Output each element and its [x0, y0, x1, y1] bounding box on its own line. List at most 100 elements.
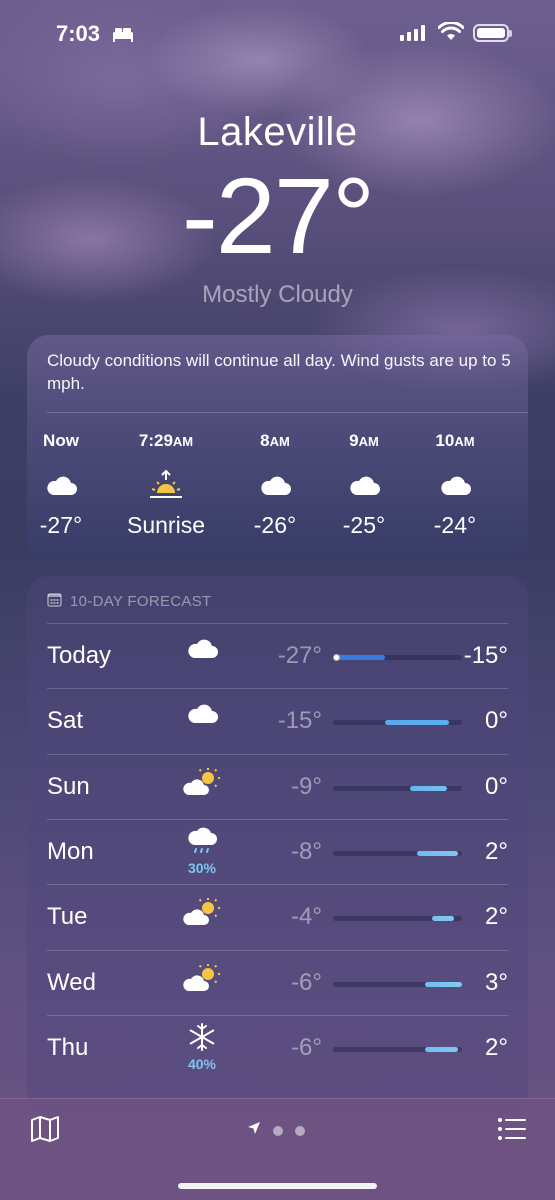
- forecast-row[interactable]: Tue -4° 2°: [47, 884, 508, 949]
- page-dot: [295, 1125, 305, 1136]
- hour-value: -24°: [433, 512, 477, 538]
- forecast-high: 2°: [485, 1033, 508, 1061]
- forecast-high: 0°: [485, 707, 508, 735]
- hour-time: 8: [260, 431, 270, 450]
- forecast-row[interactable]: Wed -6° 3°: [47, 949, 508, 1015]
- sunrise-icon: [126, 465, 206, 505]
- forecast-low: -6°: [291, 968, 322, 996]
- forecast-low: -8°: [291, 837, 322, 865]
- hour-time: 9: [349, 431, 359, 450]
- ten-day-forecast-card[interactable]: 10-DAY FORECAST Today -27° -15° Sat -15° 0° Su…: [27, 576, 528, 1116]
- home-indicator: [178, 1183, 377, 1189]
- temperature-range-bar: [333, 850, 462, 856]
- cellular-signal-icon: [400, 25, 425, 41]
- bottom-toolbar: [0, 1098, 555, 1200]
- forecast-low: -15°: [277, 707, 322, 735]
- status-time: 7:03: [56, 21, 101, 46]
- hour-label: 10AM: [415, 431, 495, 453]
- location-list-icon[interactable]: [497, 1117, 527, 1146]
- hour-value: -26°: [253, 512, 297, 538]
- temperature-range-fill: [432, 916, 455, 922]
- hour-suffix: AM: [454, 434, 475, 449]
- map-icon[interactable]: [30, 1115, 60, 1148]
- hour-value: -27°: [39, 512, 83, 538]
- forecast-day: Tue: [47, 903, 88, 931]
- temperature-range-fill: [384, 720, 450, 726]
- hour-value: -25°: [342, 512, 386, 538]
- temperature-range-bar: [333, 1046, 462, 1052]
- temperature-range-bar: [333, 981, 462, 987]
- cloud-icon: [177, 701, 227, 730]
- page-indicator[interactable]: [247, 1121, 305, 1140]
- temperature-range-bar: [333, 654, 462, 661]
- hour-suffix: AM: [269, 434, 290, 449]
- ten-day-forecast-header: 10-DAY FORECAST: [47, 592, 211, 611]
- forecast-day: Thu: [47, 1033, 89, 1061]
- hour-label: 8AM: [235, 431, 315, 453]
- forecast-row[interactable]: Sat -15° 0°: [47, 688, 508, 753]
- forecast-row[interactable]: Today -27° -15°: [47, 623, 508, 688]
- forecast-high: 2°: [485, 903, 508, 931]
- cloud-icon: [324, 465, 404, 505]
- cloud-icon: [235, 465, 315, 505]
- partly-sunny-icon: [177, 767, 227, 802]
- hour-suffix: AM: [172, 434, 194, 449]
- status-bar: 7:03: [0, 18, 555, 50]
- current-temperature: -27°: [181, 155, 375, 276]
- temperature-range-fill: [410, 785, 447, 791]
- forecast-low: -9°: [291, 772, 322, 800]
- forecast-day: Wed: [47, 968, 96, 996]
- temperature-range-bar: [333, 720, 462, 726]
- page-dot: [273, 1125, 283, 1136]
- wifi-icon: [437, 21, 465, 47]
- sleep-mode-icon: [112, 26, 134, 47]
- hour-time: 10: [435, 431, 455, 450]
- partly-sunny-icon: [177, 963, 227, 998]
- battery-icon: [473, 24, 512, 42]
- precipitation-chance: 30%: [187, 859, 217, 876]
- temperature-range-bar: [333, 916, 462, 922]
- hourly-item: 10AM -24°: [415, 431, 495, 539]
- hourly-item: 9AM -25°: [324, 431, 404, 539]
- forecast-row[interactable]: Mon 30% -8° 2°: [47, 818, 508, 884]
- snowflake-icon: [177, 1022, 227, 1057]
- hourly-forecast-card[interactable]: Cloudy conditions will continue all day.…: [27, 335, 528, 561]
- forecast-low: -27°: [277, 642, 322, 669]
- partly-sunny-icon: [177, 897, 227, 932]
- hour-time: Now: [43, 431, 79, 450]
- hour-label: Now: [21, 431, 101, 453]
- cloud-icon: [21, 465, 101, 505]
- hour-time: 7:29: [138, 431, 173, 450]
- hourly-item: 7:29AM Sunrise: [126, 431, 206, 539]
- forecast-day: Today: [47, 642, 112, 669]
- temperature-range-fill: [424, 1046, 459, 1052]
- temperature-range-bar: [333, 785, 462, 791]
- calendar-icon: [47, 592, 62, 611]
- precipitation-chance: 40%: [187, 1055, 217, 1072]
- hour-label: 9AM: [324, 431, 404, 453]
- hour-suffix: AM: [358, 434, 379, 449]
- hourly-item: 8AM -26°: [235, 431, 315, 539]
- temperature-range-fill: [416, 850, 459, 856]
- ten-day-forecast-title: 10-DAY FORECAST: [70, 593, 212, 610]
- cloud-icon: [415, 465, 495, 505]
- forecast-low: -6°: [291, 1033, 322, 1061]
- forecast-row[interactable]: Sun -9° 0°: [47, 753, 508, 819]
- temperature-range-fill: [333, 655, 385, 660]
- forecast-row[interactable]: Thu 40% -6° 2°: [47, 1014, 508, 1080]
- current-condition: Mostly Cloudy: [202, 281, 353, 308]
- hour-label: 7:29AM: [126, 431, 206, 453]
- forecast-low: -4°: [291, 903, 322, 931]
- hourly-item: Now -27°: [21, 431, 101, 539]
- divider: [47, 412, 528, 413]
- forecast-day: Sat: [47, 707, 84, 735]
- forecast-day: Sun: [47, 772, 90, 800]
- forecast-high: 2°: [485, 837, 508, 865]
- location-arrow-icon: [247, 1121, 261, 1140]
- city-name: Lakeville: [197, 110, 358, 154]
- forecast-high: 0°: [485, 772, 508, 800]
- forecast-day: Mon: [47, 837, 94, 865]
- forecast-high: 3°: [485, 968, 508, 996]
- cloud-icon: [177, 636, 227, 665]
- weather-summary: Cloudy conditions will continue all day.…: [47, 351, 511, 393]
